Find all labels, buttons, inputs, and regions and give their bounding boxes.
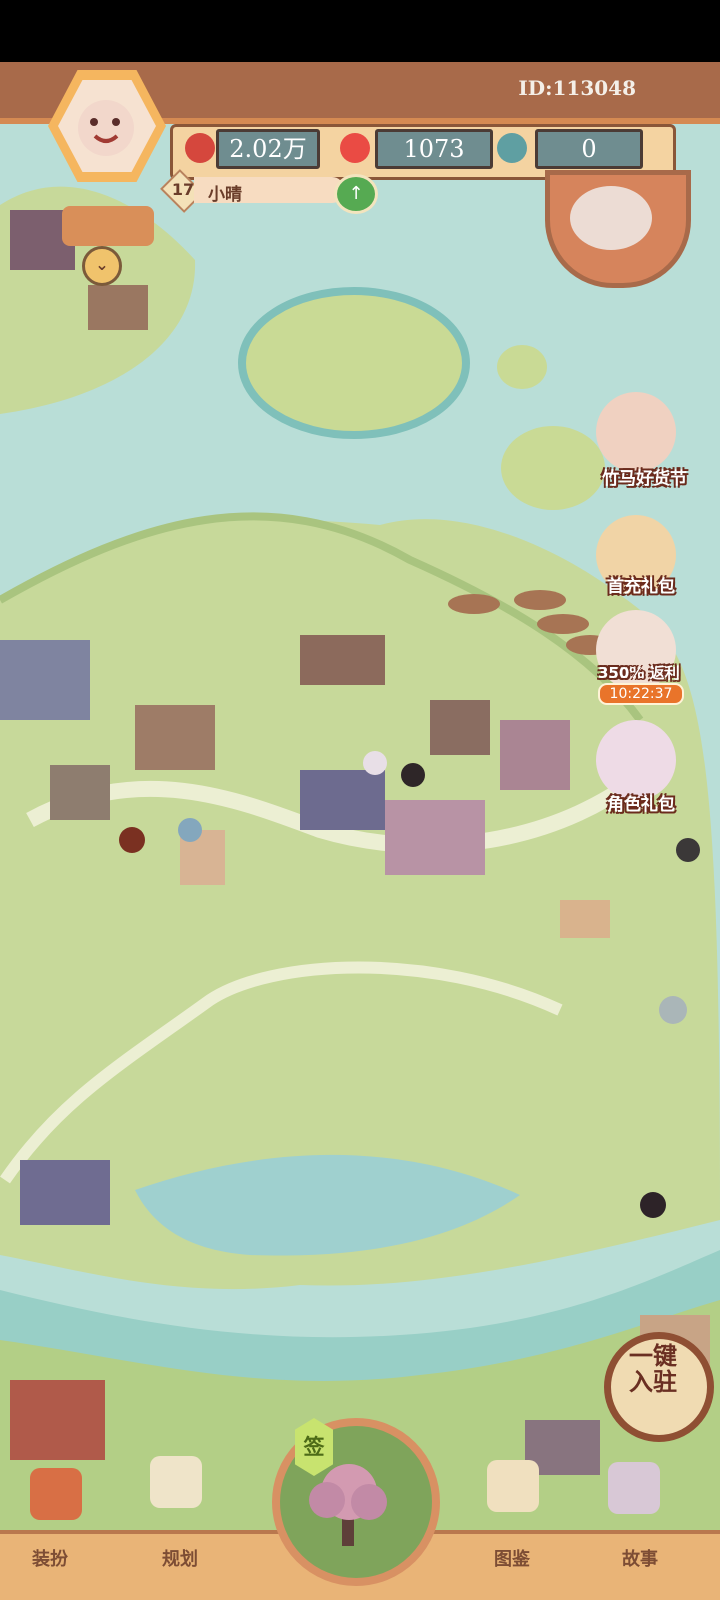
festival-event-label: 竹马好货节 <box>602 469 687 489</box>
rebate-event-label: 350% 返利 <box>598 664 680 682</box>
companion-avatar-icon[interactable] <box>570 186 652 250</box>
player-level: 17 <box>171 180 195 199</box>
right-islet <box>501 426 605 510</box>
dress-up-button[interactable]: 装扮 <box>20 1545 80 1571</box>
character-pack-button[interactable] <box>596 720 676 800</box>
level-up-button[interactable]: ↑ <box>334 174 378 214</box>
backpack-stand <box>560 900 610 938</box>
central-isle <box>238 287 470 439</box>
house-left <box>50 765 110 820</box>
dress-up-icon[interactable] <box>30 1468 82 1520</box>
sign-in-badge[interactable]: 签 <box>295 1418 333 1476</box>
collapse-button[interactable]: ⌄ <box>82 246 122 286</box>
heart-icon[interactable] <box>185 133 215 163</box>
status-bar-space <box>0 0 720 62</box>
crystal-resource[interactable]: 0 <box>535 129 643 169</box>
collection-button[interactable]: 图鉴 <box>482 1545 542 1571</box>
story-icon[interactable] <box>608 1462 660 1514</box>
character-pack-label: 角色礼包 <box>607 795 675 815</box>
right-house <box>500 720 570 790</box>
player-name: 小晴 <box>208 185 242 205</box>
menu-banner-button[interactable] <box>62 206 154 246</box>
first-recharge-label: 首充礼包 <box>607 577 675 597</box>
coins-resource[interactable]: 2.02万 <box>216 129 320 169</box>
tea-house <box>300 635 385 685</box>
small-islet <box>497 345 547 389</box>
collection-icon[interactable] <box>487 1460 539 1512</box>
player-id-text: ID:113048 <box>518 76 636 100</box>
avatar-face-icon <box>78 100 134 156</box>
quick-settle-label: 一键入驻 <box>629 1342 677 1396</box>
story-button[interactable]: 故事 <box>610 1545 670 1571</box>
building-hut <box>88 285 148 330</box>
festival-event-button[interactable] <box>596 392 676 472</box>
rebate-timer: 10:22:37 <box>598 683 684 705</box>
plan-icon[interactable] <box>150 1456 202 1508</box>
center-house <box>430 700 490 755</box>
plan-button[interactable]: 规划 <box>150 1545 210 1571</box>
shop-left <box>135 705 215 770</box>
shrine-building <box>385 800 485 875</box>
game-screen: ID:113048 2.02万 1073 0 ⌄ 17 小晴 ↑ 竹马好货节 首… <box>0 0 720 1600</box>
crystal-icon[interactable] <box>497 133 527 163</box>
pavilion-shop <box>300 770 385 830</box>
peach-resource[interactable]: 1073 <box>375 129 493 169</box>
temple-left <box>0 640 90 720</box>
peach-icon[interactable] <box>340 133 370 163</box>
